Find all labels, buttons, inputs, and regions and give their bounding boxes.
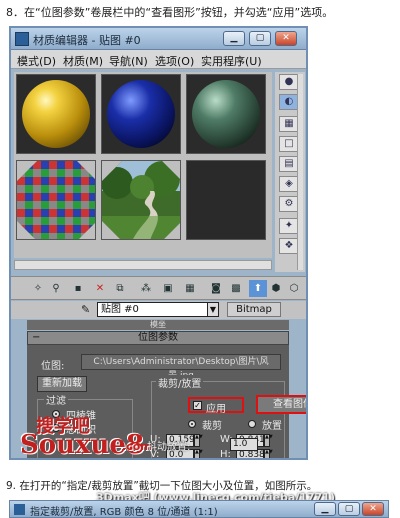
menu-mode[interactable]: 模式(D) [17,53,56,69]
collapse-icon: − [32,332,41,343]
chevron-down-icon[interactable]: ▼ [207,302,219,317]
background-pattern-icon[interactable]: ▦ [279,116,299,132]
jitter-label: 抖动放置: [147,442,191,453]
map-type-button[interactable]: Bitmap [227,302,281,317]
title-bar[interactable]: 材质编辑器 - 贴图 #0 ▁ ▢ ✕ [11,28,306,50]
sample-slot-3[interactable] [186,74,266,154]
u-spinner[interactable]: ▲▼ [194,434,203,447]
menu-options[interactable]: 选项(O) [155,53,194,69]
background-icon[interactable]: ▩ [227,280,245,297]
reload-button[interactable]: 重新加载 [37,376,87,392]
rollout-title-bar[interactable]: − 位图参数 [27,331,289,345]
sample-slot-6[interactable] [186,160,266,240]
cropping-title: 裁剪/放置 [156,375,204,390]
crop-placement-window-titlebar[interactable]: 指定裁剪/放置, RGB 颜色 8 位/通道 (1:1) ▁ ▢ ✕ [9,500,389,518]
filtering-title: 过滤 [44,392,68,407]
restore-button[interactable]: ▢ [338,502,360,516]
blue-sphere [107,80,175,148]
app-icon [14,504,25,515]
jitter-input[interactable]: 1.0 [230,438,258,451]
sample-uv-tiling-icon[interactable]: □ [279,136,299,152]
select-by-material-icon[interactable]: ✦ [279,218,299,234]
video-color-check-icon[interactable]: ▤ [279,156,299,172]
crop-window-title: 指定裁剪/放置, RGB 颜色 8 位/通道 (1:1) [30,507,218,518]
material-map-navigator-icon[interactable]: ❖ [279,238,299,254]
apply-checkbox[interactable]: ✓ [193,401,202,410]
material-sample-slots [14,72,272,258]
v-spinner[interactable]: ▲▼ [194,449,203,458]
crop-radio[interactable] [188,420,196,428]
go-sibling-icon[interactable]: ⬢ [267,280,285,297]
options-icon[interactable]: ⚙ [279,196,299,212]
apply-label: 应用 [206,404,226,415]
minimize-button[interactable]: ▁ [314,502,336,516]
place-radio[interactable] [248,420,256,428]
w-spinner[interactable]: ▲▼ [264,434,273,447]
h-spinner[interactable]: ▲▼ [264,449,273,458]
material-name-field[interactable]: 贴图 #0 [97,302,217,317]
bottom-toolbar: ✧ ⚲ ▪ ✕ ⧉ ⁂ ▣ ▦ ◙ ▩ ⬆ ⬢ ⬡ [11,276,306,300]
put-to-scene-icon[interactable]: ⚲ [47,280,65,297]
backlight-icon[interactable]: ◐ [279,94,299,110]
menu-navigation[interactable]: 导航(N) [109,53,148,69]
side-scrollbar[interactable] [297,74,303,270]
menu-utilities[interactable]: 实用程序(U) [201,53,262,69]
green-sphere [192,80,260,148]
view-image-button[interactable]: 查看图像 [256,395,306,414]
make-preview-icon[interactable]: ◈ [279,176,299,192]
apply-highlight: ✓ 应用 [188,397,244,415]
name-bar: ✎ 贴图 #0 ▼ Bitmap [11,301,306,319]
sample-slot-4[interactable] [16,160,96,240]
restore-button[interactable]: ▢ [249,31,271,46]
sample-type-icon[interactable]: ● [279,74,299,90]
sample-slot-1[interactable] [16,74,96,154]
place-label: 放置 [262,421,282,432]
show-end-result-icon[interactable]: ◙ [207,280,225,297]
eyedropper-icon[interactable]: ✎ [81,303,90,316]
go-to-parent-icon[interactable]: ⬆ [249,280,267,297]
horizontal-scrollbar[interactable] [14,260,272,270]
window-title: 材质编辑器 - 贴图 #0 [33,34,141,47]
garden-path-photo [102,161,180,239]
show-map-icon[interactable]: ▦ [181,280,199,297]
material-editor-window: 材质编辑器 - 贴图 #0 ▁ ▢ ✕ 模式(D) 材质(M) 导航(N) 选项… [9,26,308,460]
make-unique-icon[interactable]: ⧉ [111,280,129,297]
step-8-instruction: 8．在“位图参数”卷展栏中的“查看图形”按钮，并勾选“应用”选项。 [6,6,334,19]
souxue8-cn-logo: 搜学吧 [36,416,90,437]
sample-slot-2[interactable] [101,74,181,154]
bitmap-label: 位图: [41,361,65,372]
get-material-icon[interactable]: ✧ [29,280,47,297]
checker-map-sample [17,161,95,239]
close-button[interactable]: ✕ [275,31,297,46]
app-icon [15,32,29,46]
close-button[interactable]: ✕ [362,502,384,516]
minimize-button[interactable]: ▁ [223,31,245,46]
sample-slot-5[interactable] [101,160,181,240]
assign-icon[interactable]: ▪ [69,280,87,297]
delete-icon[interactable]: ✕ [91,280,109,297]
put-to-library-icon[interactable]: ⁂ [137,280,155,297]
pick-icon[interactable]: ⬡ [285,280,303,297]
bitmap-path-button[interactable]: C:\Users\Administrator\Desktop\图片\风景.jpg [81,354,281,381]
yellow-sphere [22,80,90,148]
menu-bar: 模式(D) 材质(M) 导航(N) 选项(O) 实用程序(U) [11,50,306,69]
menu-material[interactable]: 材质(M) [63,53,103,69]
material-id-icon[interactable]: ▣ [159,280,177,297]
crop-label: 裁剪 [202,421,222,432]
rollout-title: 位图参数 [138,332,178,343]
coordinates-rollout-header[interactable]: 模坐 [27,320,289,330]
side-toolbar: ● ◐ ▦ □ ▤ ◈ ⚙ ✦ ❖ [275,72,305,272]
